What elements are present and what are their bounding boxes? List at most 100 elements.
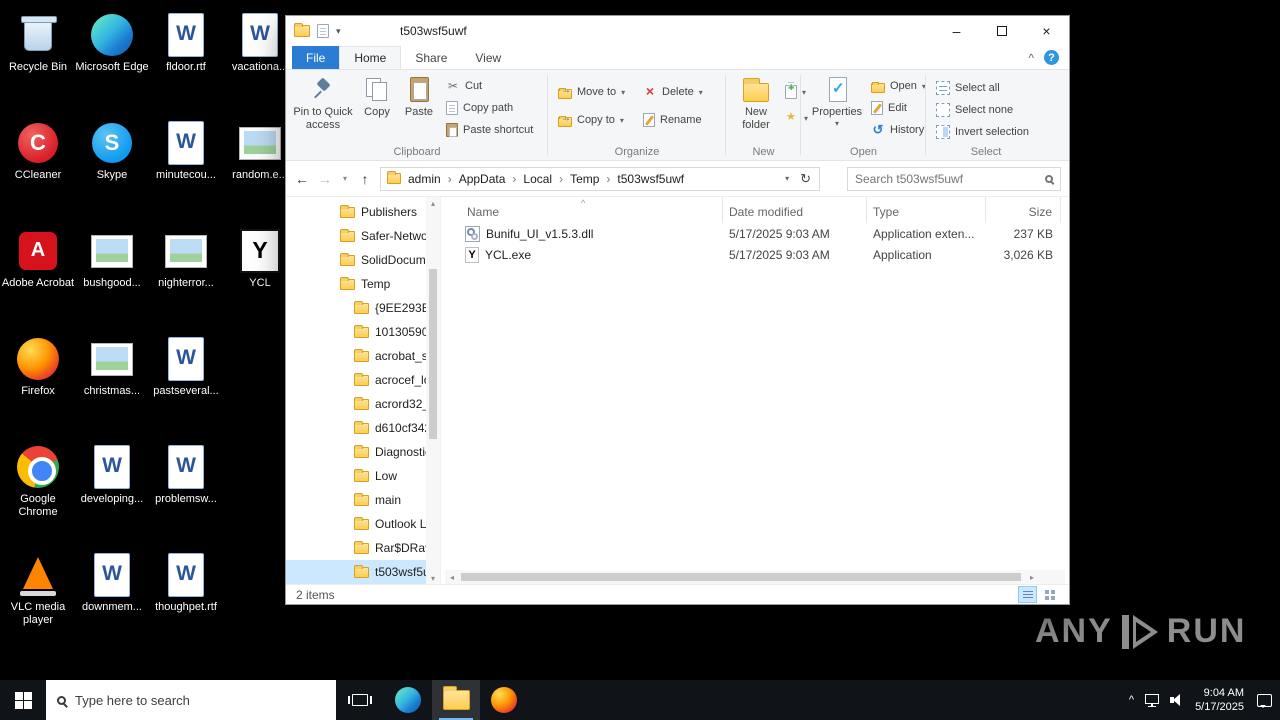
nav-item-temp[interactable]: Temp	[286, 272, 426, 296]
select-none-button[interactable]: Select none	[936, 100, 1013, 120]
network-icon[interactable]	[1145, 693, 1160, 707]
thumbnails-view-button[interactable]	[1040, 586, 1059, 603]
horizontal-scrollbar[interactable]: ◂ ▸	[445, 570, 1065, 584]
address-dropdown-icon[interactable]: ▾	[782, 174, 792, 183]
nav-item-low[interactable]: Low	[286, 464, 426, 488]
scroll-left-icon[interactable]: ◂	[445, 573, 459, 582]
refresh-button[interactable]: ↻	[798, 171, 813, 187]
easy-access-button[interactable]: ▾	[785, 108, 808, 128]
tab-file[interactable]: File	[292, 46, 340, 69]
delete-button[interactable]: × Delete ▾	[643, 82, 703, 102]
breadcrumb-t503wsf5uwf[interactable]: t503wsf5uwf	[616, 172, 685, 186]
address-bar[interactable]: admin › AppData › Local › Temp › t503wsf…	[380, 166, 820, 191]
paste-shortcut-button[interactable]: Paste shortcut	[446, 120, 533, 140]
volume-icon[interactable]	[1170, 694, 1184, 706]
copy-path-button[interactable]: Copy path	[446, 98, 513, 118]
desktop-icon-ccleaner[interactable]: CCleaner	[0, 120, 76, 218]
desktop-icon-skype[interactable]: Skype	[74, 120, 150, 218]
pin-to-quick-access-button[interactable]: Pin to Quick access	[292, 73, 354, 149]
breadcrumb-admin[interactable]: admin	[407, 172, 442, 186]
title-bar[interactable]: ▾ t503wsf5uwf – ×	[286, 16, 1069, 46]
paste-button[interactable]: Paste	[398, 73, 440, 149]
taskbar-explorer-button[interactable]	[432, 680, 480, 720]
desktop-icon-adobe-acrobat[interactable]: Adobe Acrobat	[0, 228, 76, 326]
desktop-icon-problemsw[interactable]: problemsw...	[148, 444, 224, 542]
scroll-right-icon[interactable]: ▸	[1025, 573, 1039, 582]
column-header-name[interactable]: ^ Name	[441, 197, 723, 223]
new-folder-button[interactable]: New folder	[730, 73, 782, 149]
new-item-button[interactable]: ▾	[785, 82, 806, 102]
nav-item-acrobat-sbx[interactable]: acrobat_sb...	[286, 344, 426, 368]
search-box[interactable]: Search t503wsf5uwf	[847, 166, 1061, 191]
help-button[interactable]: ?	[1044, 50, 1059, 65]
tab-home[interactable]: Home	[339, 46, 402, 69]
quick-access-toolbar[interactable]: ▾	[294, 23, 390, 38]
desktop-icon-minutecou[interactable]: minutecou...	[148, 120, 224, 218]
nav-item-outlook-logging[interactable]: Outlook L...	[286, 512, 426, 536]
nav-item-publishers[interactable]: Publishers	[286, 200, 426, 224]
open-button[interactable]: Open ▾	[871, 76, 926, 96]
desktop-icon-downmem[interactable]: downmem...	[74, 552, 150, 650]
tree-scrollbar[interactable]: ▴ ▾	[426, 197, 440, 586]
search-icon[interactable]	[1045, 174, 1053, 183]
close-button[interactable]: ×	[1024, 16, 1069, 46]
desktop-icon-microsoft-edge[interactable]: Microsoft Edge	[74, 12, 150, 110]
nav-item-9ee293e3[interactable]: {9EE293E3-...	[286, 296, 426, 320]
recent-locations-dropdown[interactable]: ▾	[340, 174, 350, 183]
breadcrumb-appdata[interactable]: AppData	[458, 172, 507, 186]
file-row-bunifu-dll[interactable]: Bunifu_UI_v1.5.3.dll 5/17/2025 9:03 AM A…	[441, 223, 1069, 244]
desktop-icon-recycle-bin[interactable]: Recycle Bin	[0, 12, 76, 110]
edit-button[interactable]: Edit	[871, 98, 907, 118]
desktop-icon-fldoor-rtf[interactable]: fldoor.rtf	[148, 12, 224, 110]
select-all-button[interactable]: Select all	[936, 78, 1000, 98]
qat-customize-caret-icon[interactable]: ▾	[336, 26, 341, 37]
nav-item-soliddocuments[interactable]: SolidDocum...	[286, 248, 426, 272]
taskbar-edge-button[interactable]	[384, 680, 432, 720]
copy-button[interactable]: Copy	[358, 73, 396, 149]
nav-item-t503wsf5uwf[interactable]: t503wsf5u...	[286, 560, 426, 584]
desktop-icon-christmas[interactable]: christmas...	[74, 336, 150, 434]
nav-item-d610cf342[interactable]: d610cf342...	[286, 416, 426, 440]
quick-access-item-icon[interactable]	[317, 24, 329, 38]
action-center-icon[interactable]	[1257, 693, 1272, 708]
desktop-icon-firefox[interactable]: Firefox	[0, 336, 76, 434]
nav-item-diagnostics[interactable]: Diagnostic...	[286, 440, 426, 464]
column-header-size[interactable]: Size	[986, 197, 1061, 223]
cut-button[interactable]: ✂ Cut	[446, 76, 482, 96]
column-header-date-modified[interactable]: Date modified	[723, 197, 867, 223]
breadcrumb-temp[interactable]: Temp	[569, 172, 600, 186]
maximize-button[interactable]	[979, 16, 1024, 46]
tab-view[interactable]: View	[461, 46, 515, 69]
desktop-icon-developing[interactable]: developing...	[74, 444, 150, 542]
taskbar-clock[interactable]: 9:04 AM 5/17/2025	[1195, 686, 1244, 714]
copy-to-button[interactable]: Copy to ▾	[558, 110, 624, 130]
desktop-icon-pastseveral[interactable]: pastseveral...	[148, 336, 224, 434]
minimize-button[interactable]: –	[934, 16, 979, 46]
start-button[interactable]	[0, 680, 46, 720]
back-button[interactable]: ←	[294, 171, 310, 187]
nav-item-main[interactable]: main	[286, 488, 426, 512]
forward-button[interactable]: →	[317, 171, 333, 187]
horizontal-scrollbar-thumb[interactable]	[461, 573, 1021, 581]
nav-item-rar-dra98[interactable]: Rar$DRa98...	[286, 536, 426, 560]
scroll-up-icon[interactable]: ▴	[426, 197, 440, 211]
column-header-type[interactable]: Type	[867, 197, 986, 223]
tree-scrollbar-thumb[interactable]	[429, 269, 437, 439]
history-button[interactable]: ↺ History	[871, 120, 925, 140]
invert-selection-button[interactable]: Invert selection	[936, 122, 1029, 142]
desktop-icon-thoughpet[interactable]: thoughpet.rtf	[148, 552, 224, 650]
hidden-icons-button[interactable]: ^	[1129, 694, 1134, 706]
move-to-button[interactable]: Move to ▾	[558, 82, 625, 102]
collapse-ribbon-button[interactable]: ^	[1028, 51, 1034, 65]
taskbar-search[interactable]: Type here to search	[46, 680, 336, 720]
nav-item-safer-networking[interactable]: Safer-Netwo...	[286, 224, 426, 248]
tab-share[interactable]: Share	[401, 46, 461, 69]
nav-item-acrocef-low[interactable]: acrocef_lo...	[286, 368, 426, 392]
details-view-button[interactable]	[1018, 586, 1037, 603]
desktop-icon-nighterror[interactable]: nighterror...	[148, 228, 224, 326]
nav-item-101305901[interactable]: 101305901...	[286, 320, 426, 344]
breadcrumb-local[interactable]: Local	[522, 172, 553, 186]
desktop-icon-vlc[interactable]: VLC media player	[0, 552, 76, 650]
rename-button[interactable]: Rename	[643, 110, 702, 130]
nav-item-acrord32-sbx[interactable]: acrord32_s...	[286, 392, 426, 416]
